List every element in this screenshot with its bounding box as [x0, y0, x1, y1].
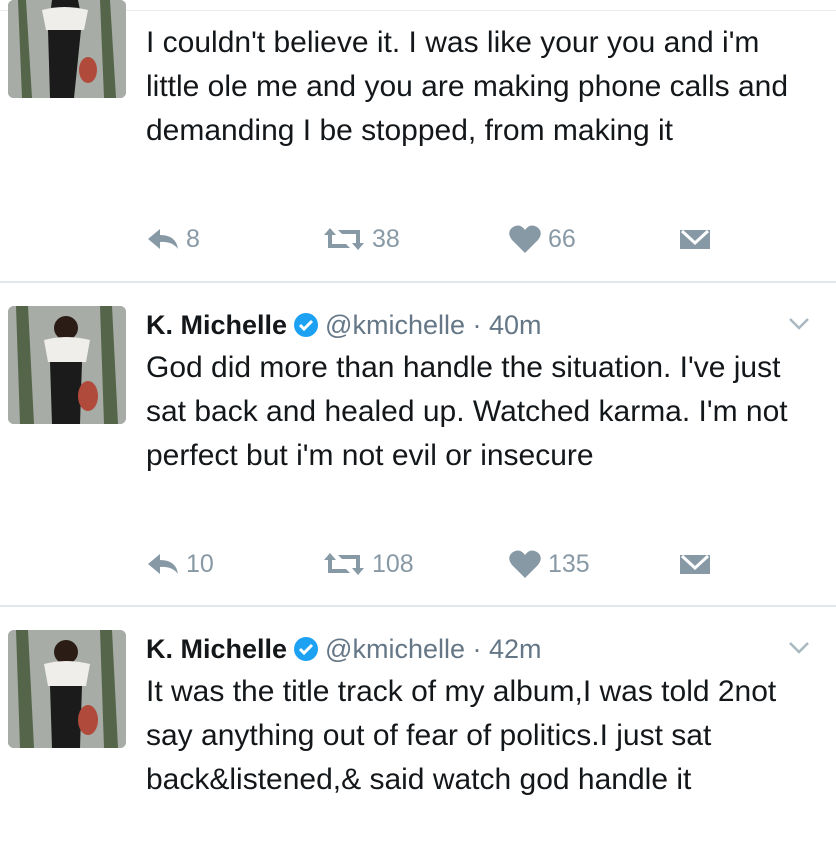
- timestamp[interactable]: · 40m: [473, 310, 542, 340]
- verified-badge-icon: [293, 312, 319, 346]
- chevron-down-icon: [789, 318, 809, 330]
- reply-icon: [148, 554, 178, 574]
- reply-count: 10: [186, 549, 214, 578]
- display-name[interactable]: K. Michelle: [146, 634, 287, 664]
- heart-icon: [509, 550, 541, 578]
- verified-badge-icon: [293, 636, 319, 670]
- envelope-icon: [680, 554, 710, 574]
- tweet-header: K. Michelle @kmichelle · 42m: [146, 632, 542, 670]
- heart-icon: [509, 225, 541, 253]
- avatar[interactable]: [8, 306, 126, 424]
- like-button[interactable]: 135: [508, 548, 590, 580]
- timestamp[interactable]: · 42m: [473, 634, 542, 664]
- reply-button[interactable]: 10: [146, 548, 214, 580]
- retweet-count: 38: [372, 224, 400, 253]
- tweet-actions: 8 38 66: [146, 223, 746, 255]
- tweet-3[interactable]: K. Michelle @kmichelle · 42m It was the t…: [0, 607, 836, 858]
- retweet-icon: [324, 228, 364, 250]
- retweet-button[interactable]: 108: [322, 548, 414, 580]
- like-count: 135: [548, 549, 590, 578]
- like-count: 66: [548, 224, 576, 253]
- tweet-2[interactable]: K. Michelle @kmichelle · 40m God did more…: [0, 283, 836, 605]
- tweet-header: K. Michelle @kmichelle · 40m: [146, 308, 542, 346]
- reply-button[interactable]: 8: [146, 223, 200, 255]
- user-handle[interactable]: @kmichelle: [325, 310, 465, 340]
- reply-icon: [148, 229, 178, 249]
- dm-button[interactable]: [678, 223, 718, 255]
- retweet-button[interactable]: 38: [322, 223, 400, 255]
- tweet-1[interactable]: I couldn't believe it. I was like your y…: [0, 0, 836, 282]
- avatar[interactable]: [8, 0, 126, 98]
- more-menu-button[interactable]: [788, 641, 810, 660]
- tweet-text: God did more than handle the situation. …: [146, 351, 788, 472]
- retweet-count: 108: [372, 549, 414, 578]
- retweet-icon: [324, 553, 364, 575]
- like-button[interactable]: 66: [508, 223, 576, 255]
- dm-button[interactable]: [678, 548, 718, 580]
- display-name[interactable]: K. Michelle: [146, 310, 287, 340]
- envelope-icon: [680, 229, 710, 249]
- tweet-text: I couldn't believe it. I was like your y…: [146, 26, 789, 147]
- more-menu-button[interactable]: [788, 317, 810, 336]
- user-handle[interactable]: @kmichelle: [325, 634, 465, 664]
- tweet-text: It was the title track of my album,I was…: [146, 675, 777, 796]
- chevron-down-icon: [789, 642, 809, 654]
- reply-count: 8: [186, 224, 200, 253]
- avatar[interactable]: [8, 630, 126, 748]
- tweet-actions: 10 108 135: [146, 548, 746, 580]
